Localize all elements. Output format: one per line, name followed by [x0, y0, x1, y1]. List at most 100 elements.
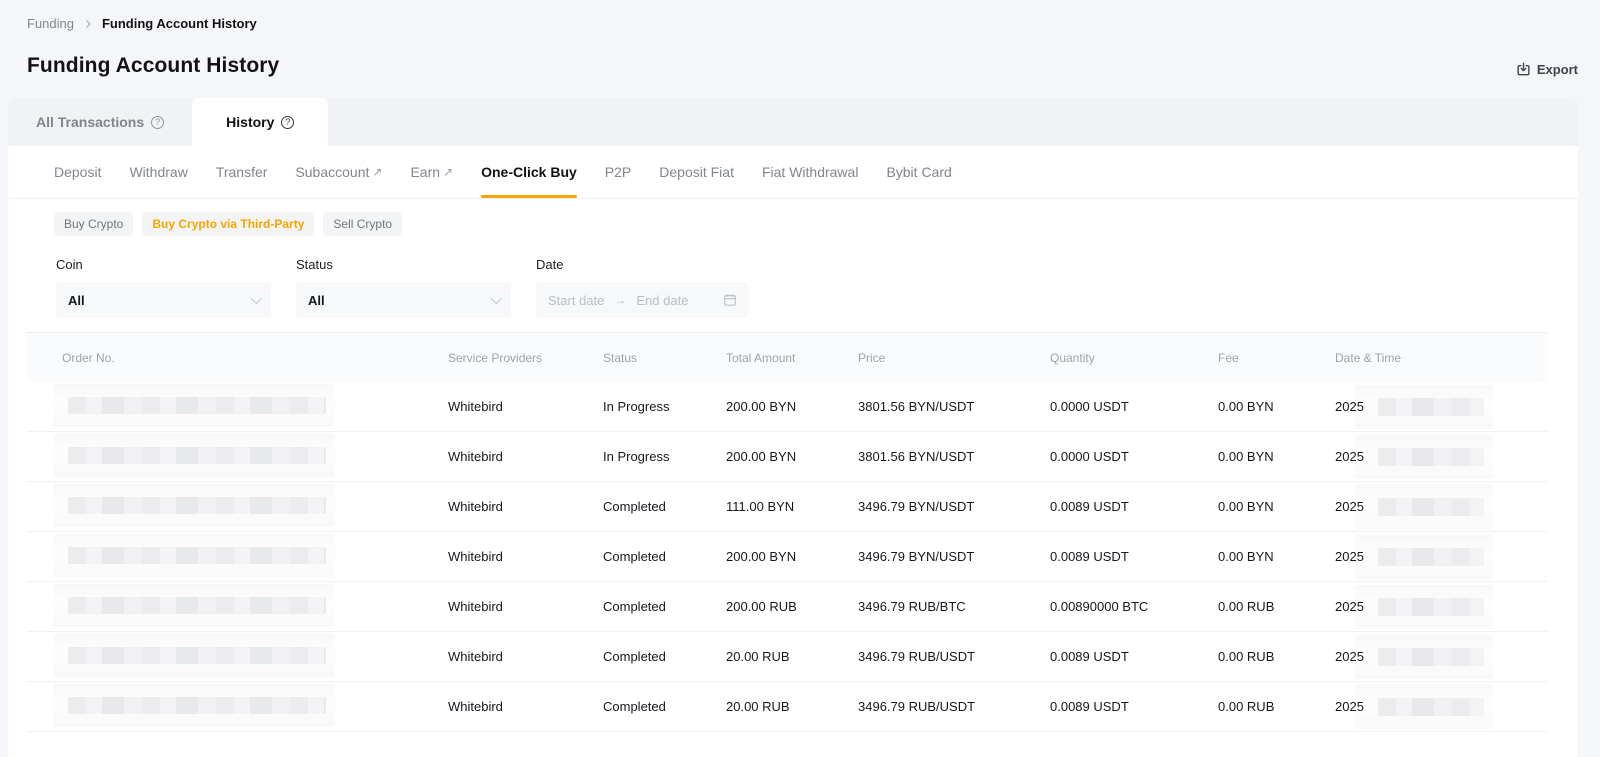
date-year: 2025: [1335, 399, 1364, 414]
col-price: Price: [858, 351, 1050, 365]
cell-price: 3496.79 BYN/USDT: [858, 499, 1050, 514]
table-row: WhitebirdCompleted200.00 BYN3496.79 BYN/…: [27, 532, 1548, 582]
date-year: 2025: [1335, 499, 1364, 514]
date-year: 2025: [1335, 599, 1364, 614]
cell-date-time: 2025: [1335, 398, 1548, 416]
chip-label: Buy Crypto: [64, 217, 123, 231]
cell-quantity: 0.0000 USDT: [1050, 399, 1218, 414]
cell-date-time: 2025: [1335, 548, 1548, 566]
table-body: WhitebirdIn Progress200.00 BYN3801.56 BY…: [27, 382, 1548, 732]
col-order-no: Order No.: [27, 351, 448, 365]
cell-date-time: 2025: [1335, 648, 1548, 666]
cell-quantity: 0.0089 USDT: [1050, 499, 1218, 514]
col-total-amount: Total Amount: [726, 351, 858, 365]
cell-quantity: 0.0089 USDT: [1050, 699, 1218, 714]
external-link-icon: ↗: [443, 165, 453, 179]
cell-order-no: [27, 597, 448, 617]
date-redacted: [1378, 548, 1484, 566]
col-fee: Fee: [1218, 351, 1335, 365]
subtab-deposit-fiat[interactable]: Deposit Fiat: [659, 146, 734, 198]
cell-fee: 0.00 BYN: [1218, 449, 1335, 464]
tab-bar: All Transactions ? History ?: [8, 98, 1578, 146]
order-no-redacted: [68, 397, 326, 414]
cell-service-provider: Whitebird: [448, 649, 603, 664]
subtab-fiat-withdrawal[interactable]: Fiat Withdrawal: [762, 146, 858, 198]
subtab-subaccount[interactable]: Subaccount↗: [295, 146, 382, 198]
filter-bar: Coin All Status All Date Start date → En…: [56, 257, 1578, 318]
cell-order-no: [27, 697, 448, 717]
tab-all-transactions-label: All Transactions: [36, 114, 144, 130]
order-no-redacted: [68, 547, 326, 564]
cell-fee: 0.00 RUB: [1218, 599, 1335, 614]
table-row: WhitebirdIn Progress200.00 BYN3801.56 BY…: [27, 432, 1548, 482]
date-range-picker[interactable]: Start date → End date: [536, 282, 749, 318]
subtab-bybit-card[interactable]: Bybit Card: [886, 146, 951, 198]
transactions-table: Order No.Service ProvidersStatusTotal Am…: [27, 332, 1548, 732]
date-redacted: [1378, 598, 1484, 616]
subtab-bar: DepositWithdrawTransferSubaccount↗Earn↗O…: [8, 146, 1578, 199]
col-date-time: Date & Time: [1335, 351, 1548, 365]
status-select[interactable]: All: [296, 282, 511, 318]
table-row: WhitebirdCompleted200.00 RUB3496.79 RUB/…: [27, 582, 1548, 632]
subtab-label: P2P: [605, 164, 631, 180]
subtab-p2p[interactable]: P2P: [605, 146, 631, 198]
cell-date-time: 2025: [1335, 598, 1548, 616]
subtab-deposit[interactable]: Deposit: [54, 146, 101, 198]
cell-fee: 0.00 RUB: [1218, 649, 1335, 664]
cell-service-provider: Whitebird: [448, 599, 603, 614]
cell-status: Completed: [603, 549, 726, 564]
table-header: Order No.Service ProvidersStatusTotal Am…: [27, 332, 1548, 382]
cell-service-provider: Whitebird: [448, 399, 603, 414]
order-no-redacted: [68, 697, 326, 714]
start-date-placeholder: Start date: [548, 293, 604, 308]
cell-price: 3496.79 RUB/USDT: [858, 649, 1050, 664]
coin-select[interactable]: All: [56, 282, 271, 318]
date-year: 2025: [1335, 699, 1364, 714]
chip-bar: Buy Crypto Buy Crypto via Third-Party Sell…: [54, 212, 1578, 236]
cell-price: 3496.79 RUB/USDT: [858, 699, 1050, 714]
col-service-providers: Service Providers: [448, 351, 603, 365]
external-link-icon: ↗: [372, 165, 382, 179]
status-filter-label: Status: [296, 257, 511, 272]
subtab-label: Deposit Fiat: [659, 164, 734, 180]
calendar-icon: [723, 293, 737, 307]
subtab-label: Earn: [410, 164, 440, 180]
export-icon: [1516, 62, 1531, 77]
cell-quantity: 0.0089 USDT: [1050, 549, 1218, 564]
chip-buy-crypto-via-third-party[interactable]: Buy Crypto via Third-Party: [142, 212, 314, 236]
cell-price: 3801.56 BYN/USDT: [858, 449, 1050, 464]
cell-total-amount: 200.00 RUB: [726, 599, 858, 614]
date-redacted: [1378, 698, 1484, 716]
tab-history[interactable]: History ?: [192, 98, 328, 146]
subtab-label: One-Click Buy: [481, 164, 577, 180]
chip-buy-crypto[interactable]: Buy Crypto: [54, 212, 133, 236]
chip-sell-crypto[interactable]: Sell Crypto: [323, 212, 402, 236]
breadcrumb-parent[interactable]: Funding: [27, 16, 74, 31]
date-redacted: [1378, 648, 1484, 666]
col-status: Status: [603, 351, 726, 365]
subtab-one-click-buy[interactable]: One-Click Buy: [481, 146, 577, 198]
cell-status: In Progress: [603, 399, 726, 414]
coin-filter-label: Coin: [56, 257, 271, 272]
chip-label: Sell Crypto: [333, 217, 392, 231]
chevron-down-icon: [491, 293, 502, 304]
export-label: Export: [1537, 62, 1578, 77]
subtab-earn[interactable]: Earn↗: [410, 146, 453, 198]
arrow-right-icon: →: [614, 293, 626, 307]
help-circle-icon[interactable]: ?: [281, 116, 294, 129]
subtab-transfer[interactable]: Transfer: [216, 146, 268, 198]
cell-status: Completed: [603, 649, 726, 664]
help-circle-icon[interactable]: ?: [151, 116, 164, 129]
subtab-label: Transfer: [216, 164, 268, 180]
cell-total-amount: 200.00 BYN: [726, 399, 858, 414]
export-button[interactable]: Export: [1516, 62, 1578, 77]
cell-date-time: 2025: [1335, 698, 1548, 716]
cell-status: Completed: [603, 599, 726, 614]
chevron-down-icon: [251, 293, 262, 304]
tab-all-transactions[interactable]: All Transactions ?: [8, 98, 192, 146]
cell-status: In Progress: [603, 449, 726, 464]
subtab-withdraw[interactable]: Withdraw: [129, 146, 187, 198]
date-redacted: [1378, 448, 1484, 466]
cell-order-no: [27, 447, 448, 467]
cell-service-provider: Whitebird: [448, 549, 603, 564]
